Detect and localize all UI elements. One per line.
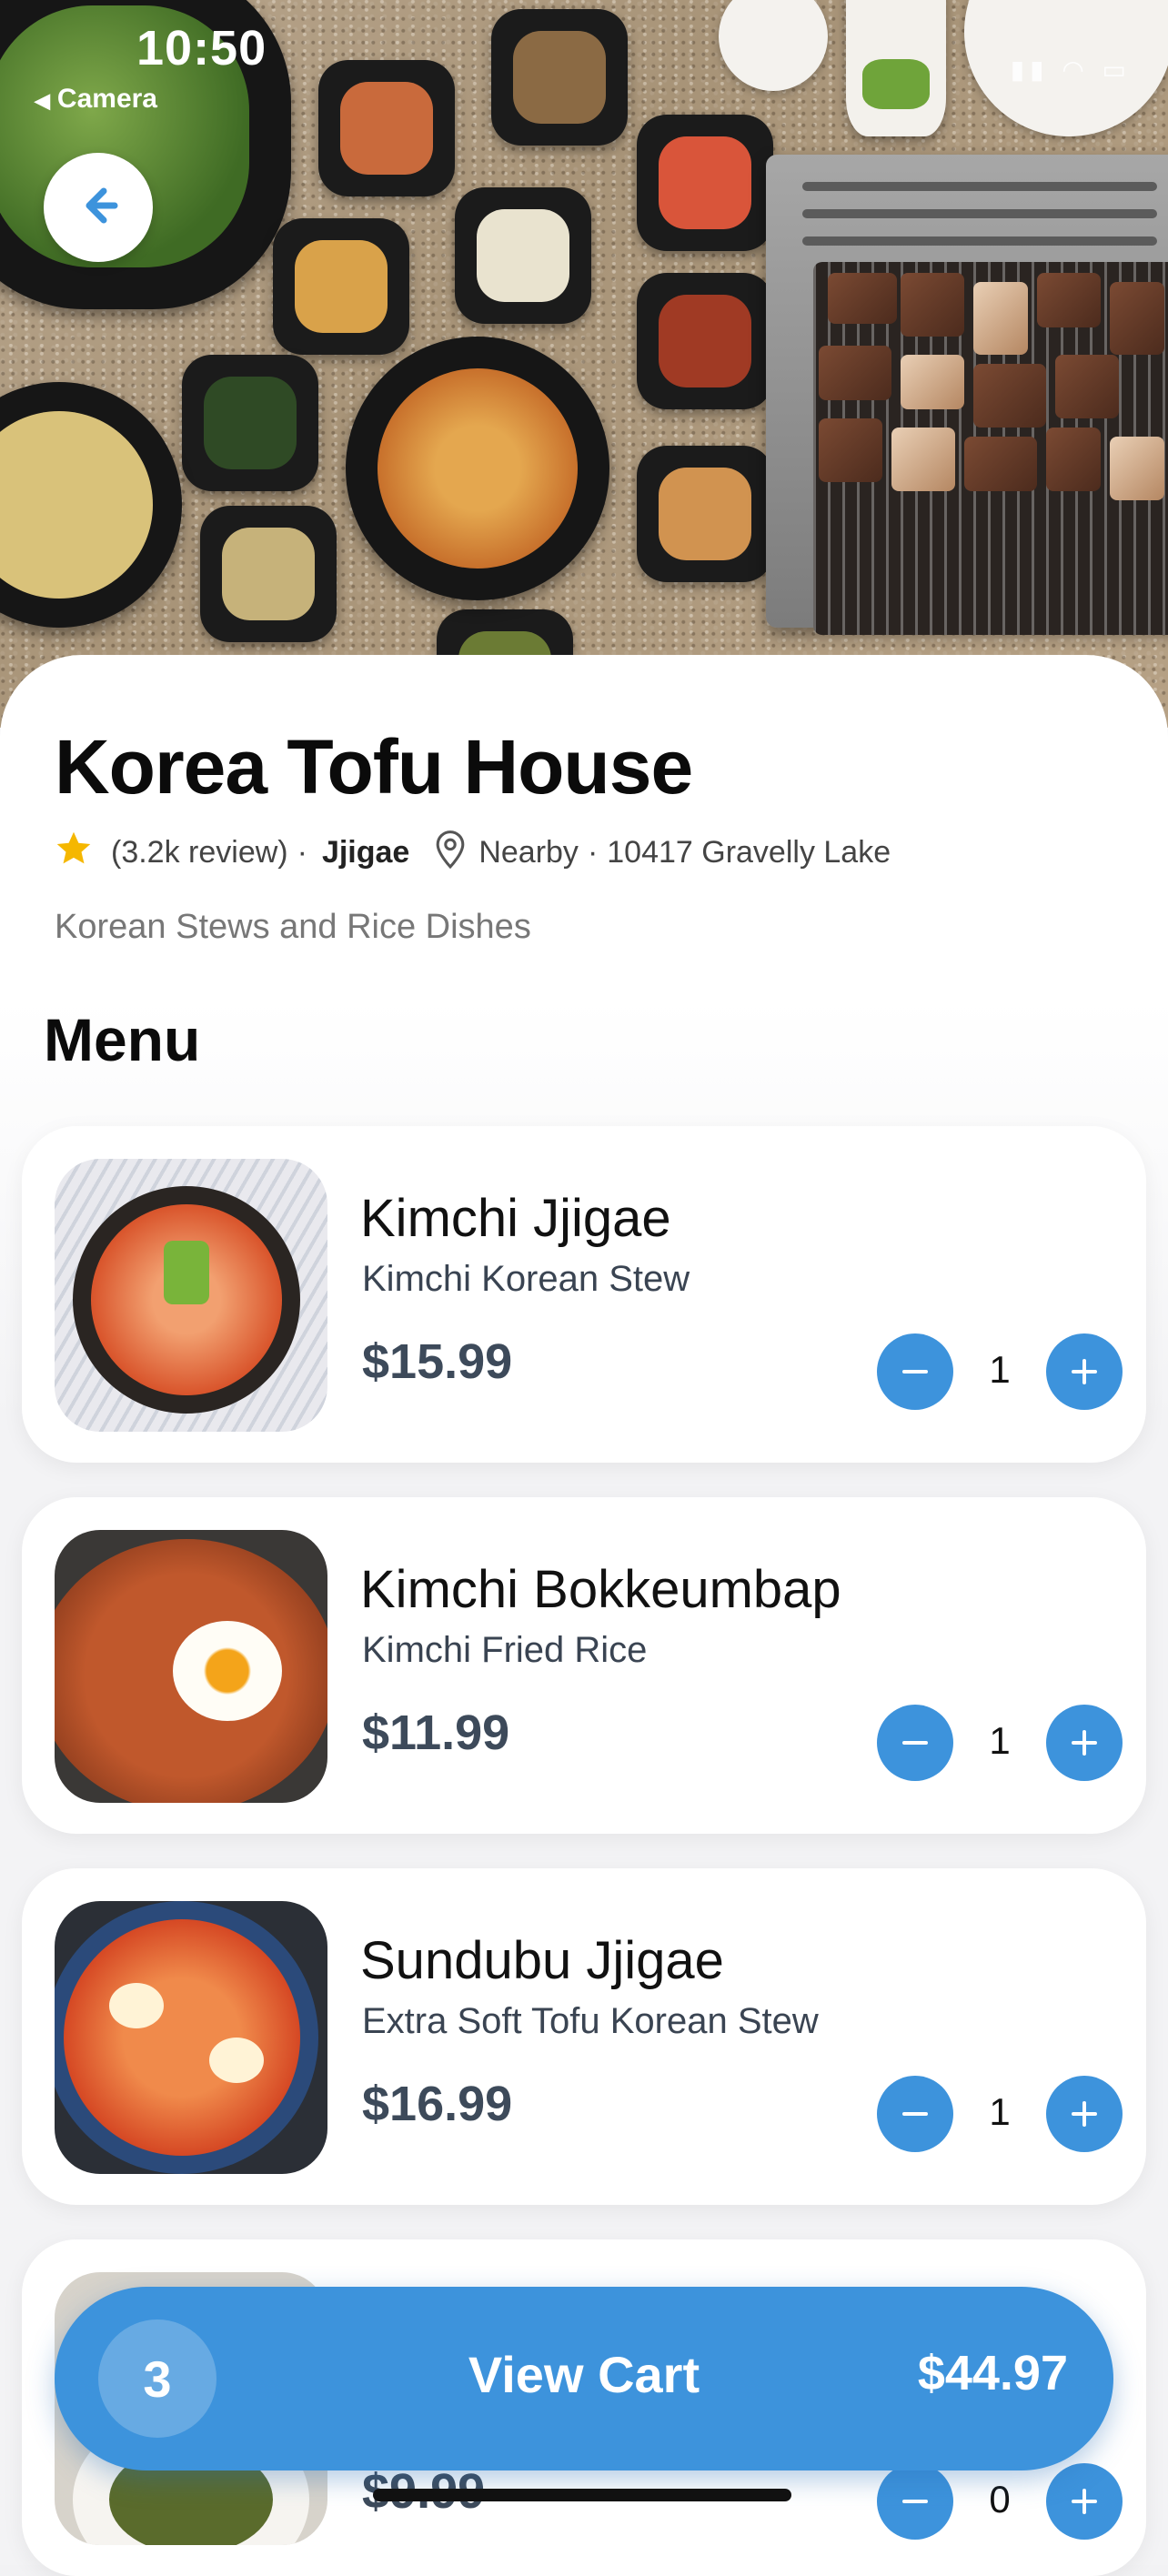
address-text: 10417 Gravelly Lake: [607, 835, 891, 870]
plus-icon: [1072, 2489, 1097, 2514]
plus-icon: [1072, 1359, 1097, 1384]
quantity-stepper: 0: [877, 2463, 1123, 2540]
item-photo: [55, 1159, 327, 1432]
decrease-button[interactable]: [877, 2463, 953, 2540]
item-price: $16.99: [362, 2077, 513, 2131]
quantity-value: 1: [989, 2090, 1011, 2133]
quantity-value: 0: [989, 2478, 1011, 2521]
cuisine-text: Korean Stews and Rice Dishes: [55, 908, 531, 946]
item-subtitle: Kimchi Korean Stew: [362, 1259, 690, 1299]
distance-text: Nearby: [478, 835, 579, 870]
back-to-app-link[interactable]: ◀ Camera: [35, 84, 157, 115]
plus-icon: [1072, 2101, 1097, 2127]
quantity-stepper: 1: [877, 1705, 1123, 1781]
minus-icon: [902, 1741, 928, 1745]
item-name: Kimchi Bokkeumbap: [360, 1560, 841, 1619]
back-button[interactable]: [44, 153, 153, 262]
decrease-button[interactable]: [877, 1705, 953, 1781]
minus-icon: [902, 2112, 928, 2116]
item-price: $11.99: [362, 1706, 510, 1760]
location-pin-icon: [433, 828, 468, 878]
plus-icon: [1072, 1730, 1097, 1756]
category-link[interactable]: Jjigae: [322, 835, 409, 870]
minus-icon: [902, 2500, 928, 2503]
back-triangle-icon: ◀: [35, 89, 50, 112]
minus-icon: [902, 1370, 928, 1374]
increase-button[interactable]: [1046, 2076, 1123, 2152]
increase-button[interactable]: [1046, 1333, 1123, 1410]
item-price: $15.99: [362, 1334, 513, 1389]
decrease-button[interactable]: [877, 2076, 953, 2152]
star-icon: [55, 830, 93, 875]
rating-text: (3.2k review): [111, 835, 288, 870]
decrease-button[interactable]: [877, 1333, 953, 1410]
increase-button[interactable]: [1046, 2463, 1123, 2540]
menu-item-card[interactable]: Kimchi Jjigae Kimchi Korean Stew $15.99 …: [22, 1126, 1146, 1463]
increase-button[interactable]: [1046, 1705, 1123, 1781]
status-time: 10:50: [136, 21, 267, 75]
menu-item-card[interactable]: Kimchi Bokkeumbap Kimchi Fried Rice $11.…: [22, 1497, 1146, 1834]
home-indicator[interactable]: [373, 2489, 791, 2501]
meta-separator: ·: [297, 835, 307, 870]
hero-photo: [0, 0, 1168, 728]
status-indicators: ▮▮ ◠ ▭: [1010, 55, 1132, 84]
item-name: Kimchi Jjigae: [360, 1189, 671, 1248]
restaurant-name: Korea Tofu House: [55, 724, 693, 810]
back-arrow-icon: [73, 180, 124, 236]
quantity-value: 1: [989, 1348, 1011, 1391]
cart-total: $44.97: [917, 2346, 1068, 2400]
menu-heading: Menu: [44, 1006, 201, 1073]
item-name: Sundubu Jjigae: [360, 1931, 724, 1990]
restaurant-meta: (3.2k review) · Jjigae Nearby · 10417 Gr…: [55, 828, 891, 878]
quantity-value: 1: [989, 1719, 1011, 1762]
item-photo: [55, 1901, 327, 2174]
item-subtitle: Kimchi Fried Rice: [362, 1630, 648, 1670]
quantity-stepper: 1: [877, 1333, 1123, 1410]
item-photo: [55, 1530, 327, 1803]
back-app-label: Camera: [56, 84, 157, 114]
view-cart-button[interactable]: 3 View Cart $44.97: [55, 2287, 1113, 2470]
item-subtitle: Extra Soft Tofu Korean Stew: [362, 2001, 819, 2041]
menu-item-card[interactable]: Sundubu Jjigae Extra Soft Tofu Korean St…: [22, 1868, 1146, 2205]
meta-separator-2: ·: [587, 835, 599, 870]
quantity-stepper: 1: [877, 2076, 1123, 2152]
